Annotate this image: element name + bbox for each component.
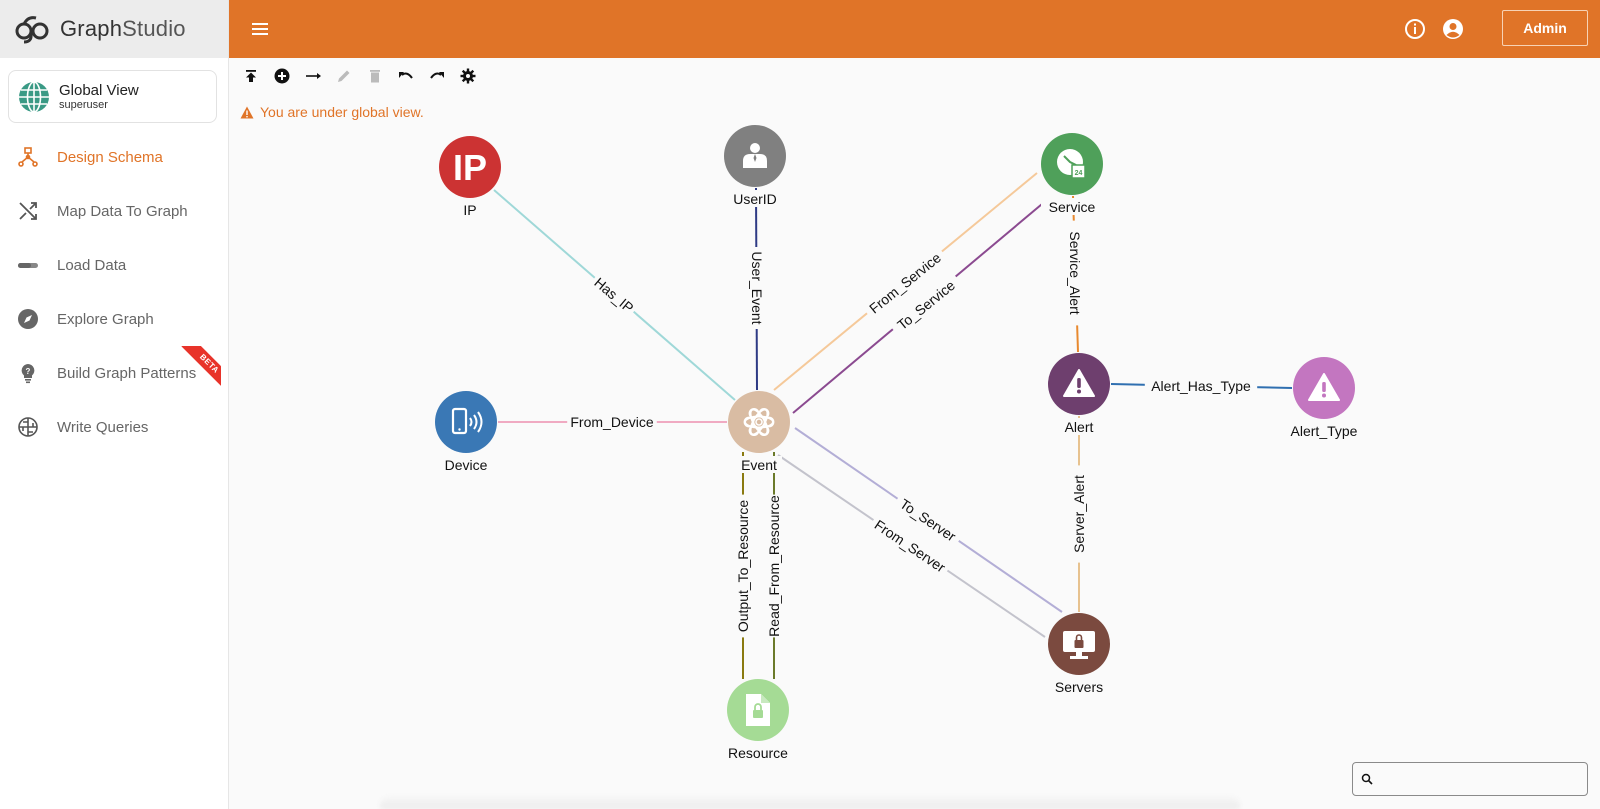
admin-button[interactable]: Admin <box>1502 10 1588 46</box>
edit-icon[interactable] <box>328 61 359 91</box>
sidebar: GraphStudio Global View superuser Design… <box>0 0 229 809</box>
sidebar-item-explore-graph[interactable]: Explore Graph <box>0 292 229 346</box>
sidebar-item-load-data[interactable]: Load Data <box>0 238 229 292</box>
sidebar-item-design-schema[interactable]: Design Schema <box>0 130 229 184</box>
shuffle-icon <box>17 200 39 222</box>
search-icon <box>1361 773 1373 785</box>
sidebar-nav: Design Schema Map Data To Graph Load Dat… <box>0 130 229 454</box>
view-subtitle: superuser <box>59 98 108 111</box>
publish-icon[interactable] <box>235 61 266 91</box>
graphstudio-logo-icon <box>15 16 49 44</box>
logo-text-light: Studio <box>122 16 186 41</box>
compass-icon <box>17 308 39 330</box>
schema-toolbar <box>229 58 483 94</box>
schema-canvas[interactable] <box>229 94 1600 809</box>
account-icon[interactable] <box>1441 17 1465 41</box>
globe-icon <box>19 80 49 113</box>
sidebar-item-write-queries[interactable]: Write Queries <box>0 400 229 454</box>
search-input[interactable] <box>1379 771 1587 787</box>
global-view-card[interactable]: Global View superuser <box>8 70 217 123</box>
sidebar-item-label: Map Data To Graph <box>57 202 188 220</box>
sidebar-item-build-graph-patterns[interactable]: ? Build Graph Patterns BETA <box>0 346 229 400</box>
logo: GraphStudio <box>0 0 228 58</box>
delete-icon[interactable] <box>359 61 390 91</box>
undo-icon[interactable] <box>390 61 421 91</box>
menu-icon[interactable] <box>249 18 271 40</box>
sidebar-item-label: Load Data <box>57 256 127 274</box>
vertex-search-box[interactable] <box>1352 762 1588 796</box>
svg-text:?: ? <box>26 367 31 376</box>
progress-bar-icon <box>17 254 39 276</box>
sidebar-item-label: Explore Graph <box>57 310 154 328</box>
app-root: GraphStudio Global View superuser Design… <box>0 0 1600 809</box>
redo-icon[interactable] <box>421 61 452 91</box>
info-icon[interactable] <box>1403 17 1427 41</box>
beta-badge: BETA <box>181 346 221 386</box>
sidebar-item-map-data[interactable]: Map Data To Graph <box>0 184 229 238</box>
beta-badge-text: BETA <box>181 346 221 386</box>
sidebar-item-label: Build Graph Patterns <box>57 364 197 382</box>
bottom-panel-edge <box>380 796 1240 809</box>
logo-text-bold: Graph <box>60 16 123 41</box>
app-title: GraphStudio <box>60 16 186 42</box>
sidebar-item-label: Design Schema <box>57 148 163 166</box>
lightbulb-icon: ? <box>17 362 39 384</box>
view-title: Global View <box>59 81 139 99</box>
add-vertex-icon[interactable] <box>266 61 297 91</box>
globe-grid-icon <box>17 416 39 438</box>
sidebar-item-label: Write Queries <box>57 418 149 436</box>
schema-icon <box>17 146 39 168</box>
add-edge-icon[interactable] <box>297 61 328 91</box>
settings-icon[interactable] <box>452 61 483 91</box>
top-header: Admin <box>229 0 1600 58</box>
